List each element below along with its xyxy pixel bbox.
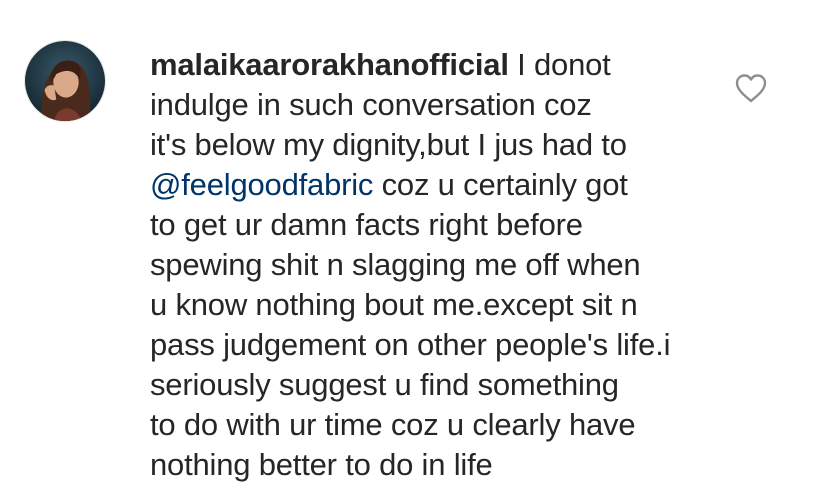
comment-username[interactable]: malaikaarorakhanofficial bbox=[150, 47, 509, 82]
comment-line: to do with ur time coz u clearly have bbox=[150, 407, 636, 442]
comment-line: pass judgement on other people's life.i bbox=[150, 327, 671, 362]
avatar[interactable] bbox=[24, 40, 106, 122]
comment-line: to get ur damn facts right before bbox=[150, 207, 583, 242]
heart-outline-icon[interactable] bbox=[733, 72, 769, 104]
avatar-image bbox=[25, 41, 105, 121]
comment-line: u know nothing bout me.except sit n bbox=[150, 287, 638, 322]
comment-line: seriously suggest u find something bbox=[150, 367, 619, 402]
comment-line: indulge in such conversation coz bbox=[150, 87, 592, 122]
comment-text-after-mention: coz u certainly got bbox=[373, 167, 628, 202]
comment-line: malaikaarorakhanofficial I donot bbox=[150, 45, 710, 85]
comment-line: @feelgoodfabric coz u certainly got bbox=[150, 165, 710, 205]
comment: malaikaarorakhanofficial I donot indulge… bbox=[0, 0, 815, 482]
comment-line: it's below my dignity,but I jus had to bbox=[150, 127, 627, 162]
comment-text-start: I donot bbox=[508, 47, 611, 82]
comment-text: malaikaarorakhanofficial I donot indulge… bbox=[150, 45, 710, 485]
comment-line: nothing better to do in life bbox=[150, 447, 493, 482]
mention-link[interactable]: @feelgoodfabric bbox=[150, 167, 373, 202]
comment-line: spewing shit n slagging me off when bbox=[150, 247, 641, 282]
